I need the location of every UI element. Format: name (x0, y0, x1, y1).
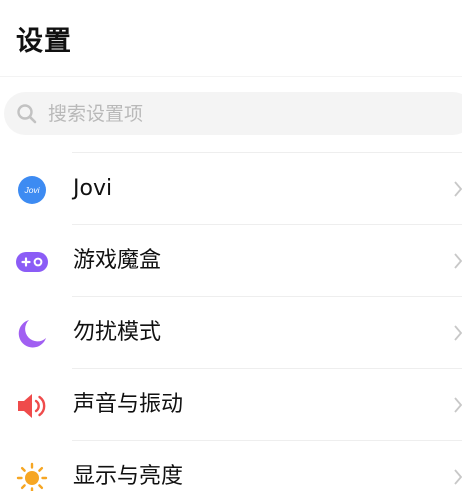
chevron-right-icon (454, 253, 462, 269)
moon-icon (16, 318, 48, 350)
settings-item-label: 显示与亮度 (73, 464, 184, 489)
settings-item-sound-vibration[interactable]: 声音与振动 (0, 369, 462, 441)
search-input[interactable] (48, 92, 428, 135)
game-box-icon (16, 246, 48, 278)
jovi-icon: Jovi (16, 174, 48, 206)
chevron-right-icon (454, 181, 462, 197)
page-title: 设置 (16, 26, 72, 57)
search-icon (16, 103, 38, 125)
settings-item-label: 声音与振动 (73, 392, 184, 417)
settings-item-label: 勿扰模式 (73, 320, 162, 345)
search-bar[interactable] (4, 92, 462, 135)
settings-item-label: 游戏魔盒 (73, 248, 162, 273)
settings-item-display-brightness[interactable]: 显示与亮度 (0, 441, 462, 491)
title-divider (0, 76, 462, 77)
settings-item-do-not-disturb[interactable]: 勿扰模式 (0, 297, 462, 369)
jovi-icon-text: Jovi (23, 185, 40, 195)
settings-item-label: Jovi (73, 176, 113, 201)
sun-icon (16, 462, 48, 491)
settings-item-jovi[interactable]: Jovi Jovi (0, 153, 462, 225)
chevron-right-icon (454, 469, 462, 485)
chevron-right-icon (454, 325, 462, 341)
settings-item-game-box[interactable]: 游戏魔盒 (0, 225, 462, 297)
settings-screen: 设置 Jovi Jovi (0, 0, 462, 491)
speaker-icon (16, 390, 48, 422)
chevron-right-icon (454, 397, 462, 413)
